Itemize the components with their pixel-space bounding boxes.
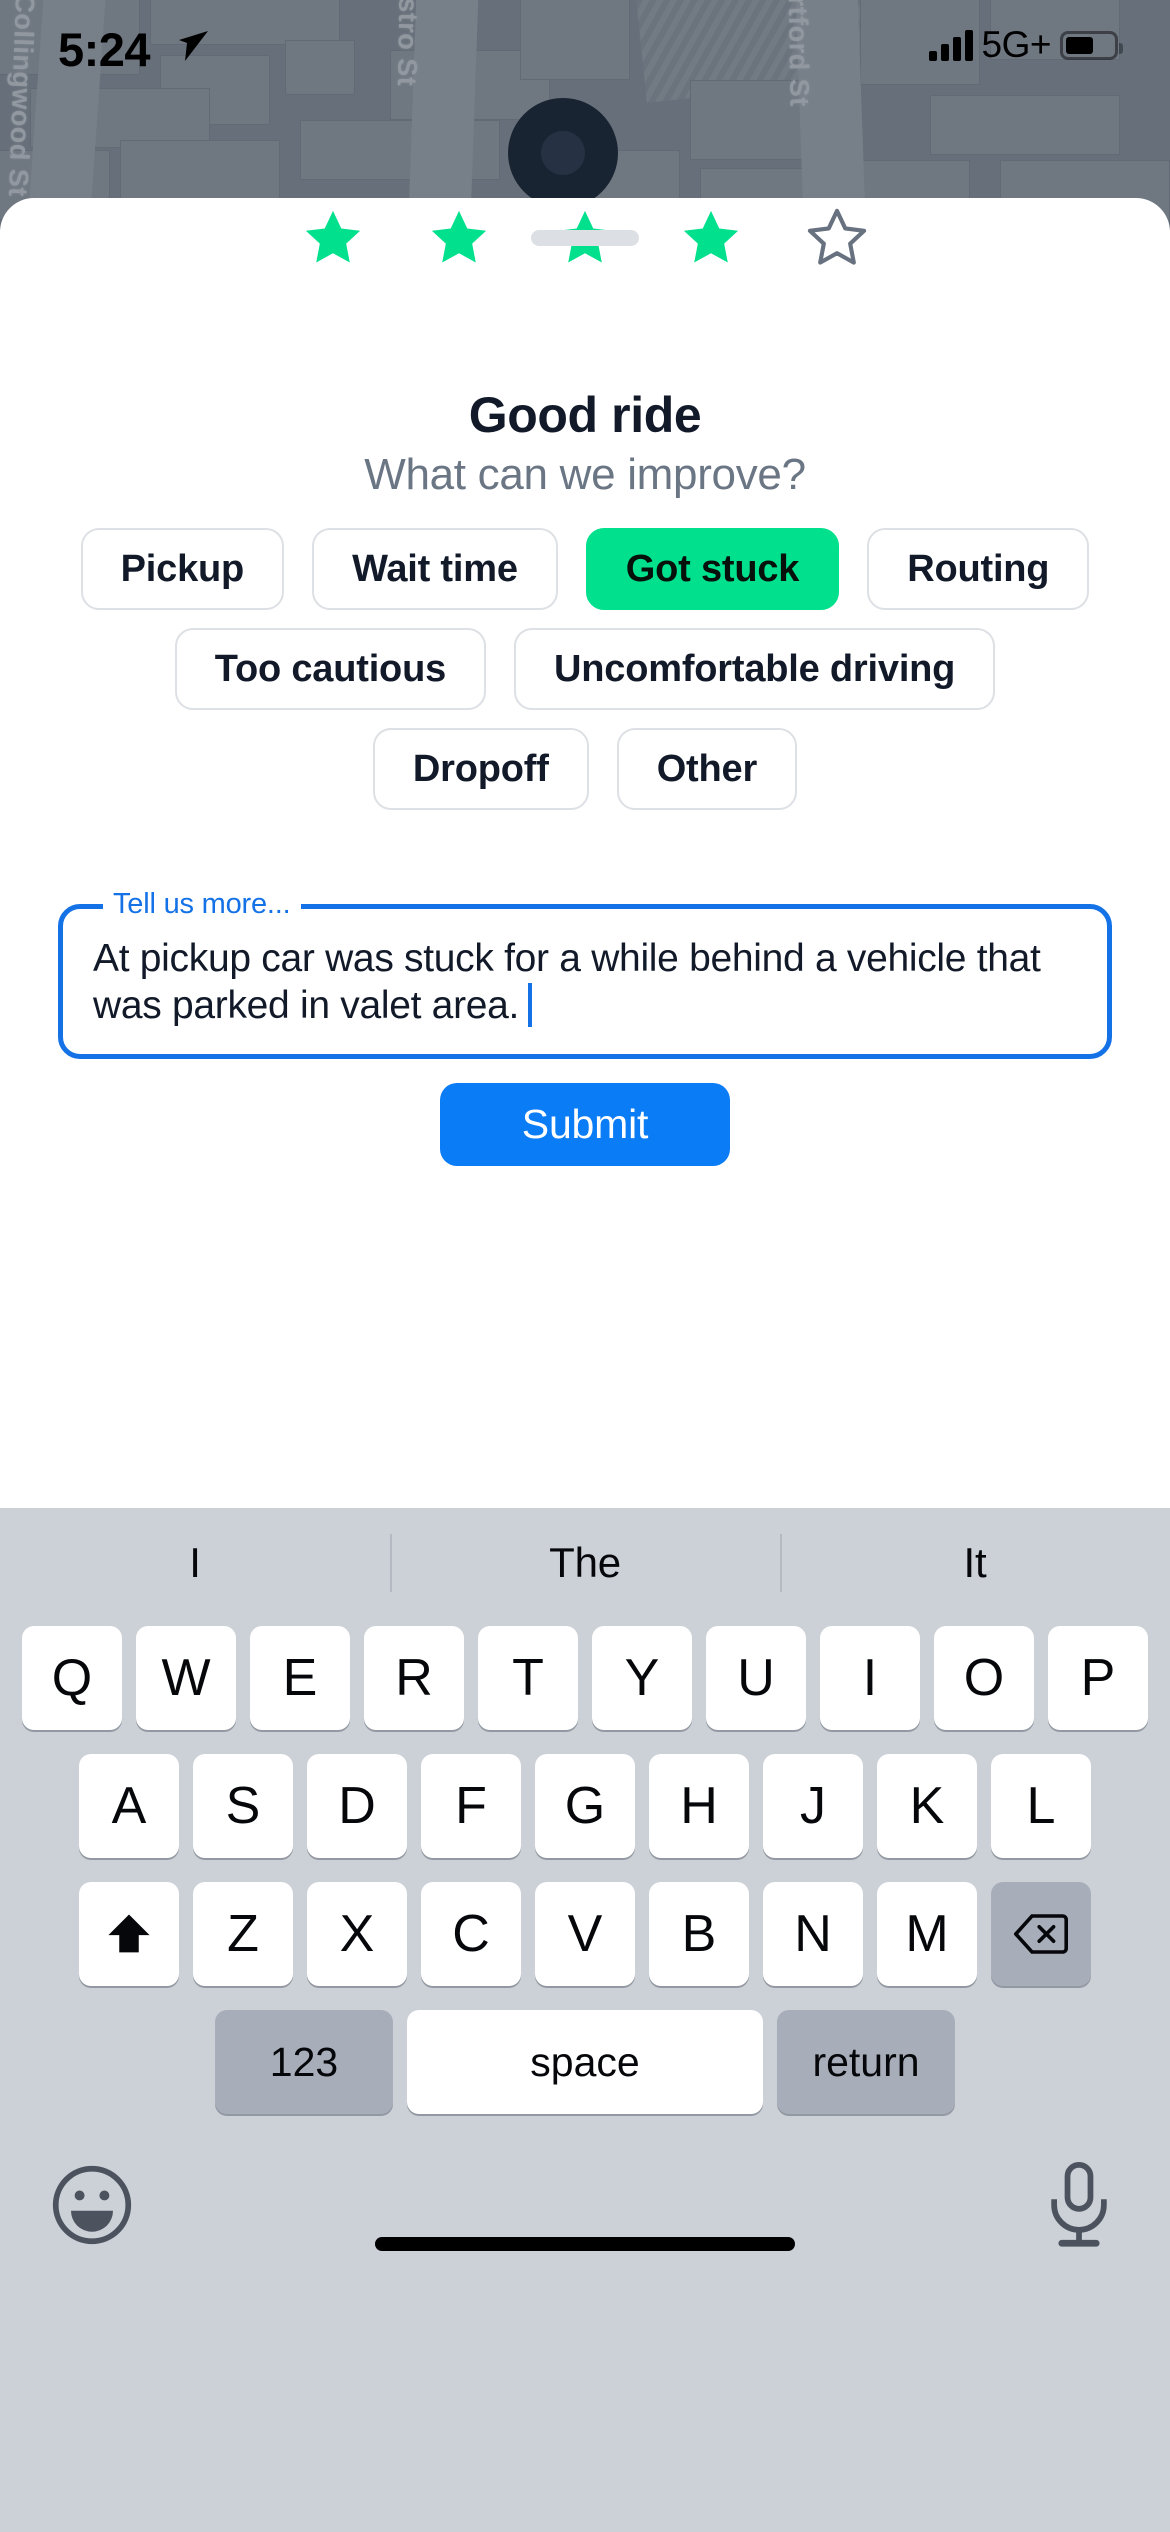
feedback-input-label: Tell us more... (103, 888, 301, 921)
key-q[interactable]: Q (22, 1626, 122, 1730)
key-x[interactable]: X (307, 1882, 407, 1986)
star-1[interactable] (302, 207, 364, 269)
status-time: 5:24 (58, 23, 151, 76)
key-n[interactable]: N (763, 1882, 863, 1986)
key-t[interactable]: T (478, 1626, 578, 1730)
key-y[interactable]: Y (592, 1626, 692, 1730)
key-space[interactable]: space (407, 2010, 763, 2114)
shift-arrow-icon[interactable] (79, 1882, 179, 1986)
improvement-chips: Pickup Wait time Got stuck Routing Too c… (70, 528, 1100, 810)
chip-other[interactable]: Other (616, 728, 798, 810)
feedback-text: At pickup car was stuck for a while behi… (93, 937, 1041, 1027)
microphone-icon[interactable] (1040, 2161, 1118, 2249)
key-d[interactable]: D (307, 1754, 407, 1858)
prediction-2[interactable]: The (390, 1508, 780, 1618)
key-i[interactable]: I (820, 1626, 920, 1730)
chip-dropoff[interactable]: Dropoff (372, 728, 589, 810)
star-2[interactable] (428, 207, 490, 269)
key-v[interactable]: V (535, 1882, 635, 1986)
keyboard-row-4: 123 space return (0, 2010, 1170, 2114)
key-h[interactable]: H (649, 1754, 749, 1858)
submit-button[interactable]: Submit (440, 1083, 730, 1166)
drag-handle[interactable] (531, 230, 639, 246)
star-5[interactable] (806, 207, 868, 269)
status-bar: 5:24 5G+ (0, 0, 1170, 120)
keyboard-row-2: A S D F G H J K L (0, 1754, 1170, 1858)
key-j[interactable]: J (763, 1754, 863, 1858)
key-return[interactable]: return (777, 2010, 955, 2114)
emoji-smiley-icon[interactable] (50, 2163, 134, 2247)
chip-uncomfortable-driving[interactable]: Uncomfortable driving (514, 628, 996, 710)
key-c[interactable]: C (421, 1882, 521, 1986)
network-label: 5G+ (981, 24, 1052, 65)
key-u[interactable]: U (706, 1626, 806, 1730)
rating-sheet: Good ride What can we improve? Pickup Wa… (0, 198, 1170, 1508)
chip-routing[interactable]: Routing (867, 528, 1090, 610)
key-m[interactable]: M (877, 1882, 977, 1986)
key-z[interactable]: Z (193, 1882, 293, 1986)
battery-icon (1060, 30, 1123, 60)
shift-arrow-glyph (108, 1914, 150, 1953)
prediction-3[interactable]: It (780, 1508, 1170, 1618)
key-g[interactable]: G (535, 1754, 635, 1858)
chip-got-stuck[interactable]: Got stuck (585, 528, 840, 610)
cellular-bars-icon (928, 29, 973, 61)
keyboard-bottom-bar (0, 2153, 1170, 2273)
key-k[interactable]: K (877, 1754, 977, 1858)
star-4[interactable] (680, 207, 742, 269)
chip-pickup[interactable]: Pickup (80, 528, 285, 610)
on-screen-keyboard: I The It Q W E R T Y U I O P A S D F G H… (0, 1508, 1170, 2532)
chip-too-cautious[interactable]: Too cautious (174, 628, 487, 710)
chip-wait-time[interactable]: Wait time (312, 528, 558, 610)
key-o[interactable]: O (934, 1626, 1034, 1730)
prediction-1[interactable]: I (0, 1508, 390, 1618)
key-l[interactable]: L (991, 1754, 1091, 1858)
key-e[interactable]: E (250, 1626, 350, 1730)
page-subtitle: What can we improve? (364, 450, 806, 499)
key-w[interactable]: W (136, 1626, 236, 1730)
key-r[interactable]: R (364, 1626, 464, 1730)
text-caret (528, 983, 533, 1027)
key-b[interactable]: B (649, 1882, 749, 1986)
feedback-input[interactable]: Tell us more... At pickup car was stuck … (58, 888, 1112, 1059)
location-arrow-icon (179, 31, 208, 61)
page-title: Good ride (468, 387, 702, 443)
key-p[interactable]: P (1048, 1626, 1148, 1730)
key-f[interactable]: F (421, 1754, 521, 1858)
keyboard-row-3: Z X C V B N M (0, 1882, 1170, 1986)
feedback-input-value: At pickup car was stuck for a while behi… (93, 935, 1081, 1029)
backspace-glyph (1014, 1914, 1068, 1954)
key-numbers[interactable]: 123 (215, 2010, 393, 2114)
predictive-text-bar: I The It (0, 1508, 1170, 1618)
status-indicators: 5G+ (928, 24, 1123, 66)
keyboard-row-1: Q W E R T Y U I O P (0, 1626, 1170, 1730)
key-a[interactable]: A (79, 1754, 179, 1858)
backspace-icon[interactable] (991, 1882, 1091, 1986)
home-indicator[interactable] (375, 2237, 795, 2251)
key-s[interactable]: S (193, 1754, 293, 1858)
